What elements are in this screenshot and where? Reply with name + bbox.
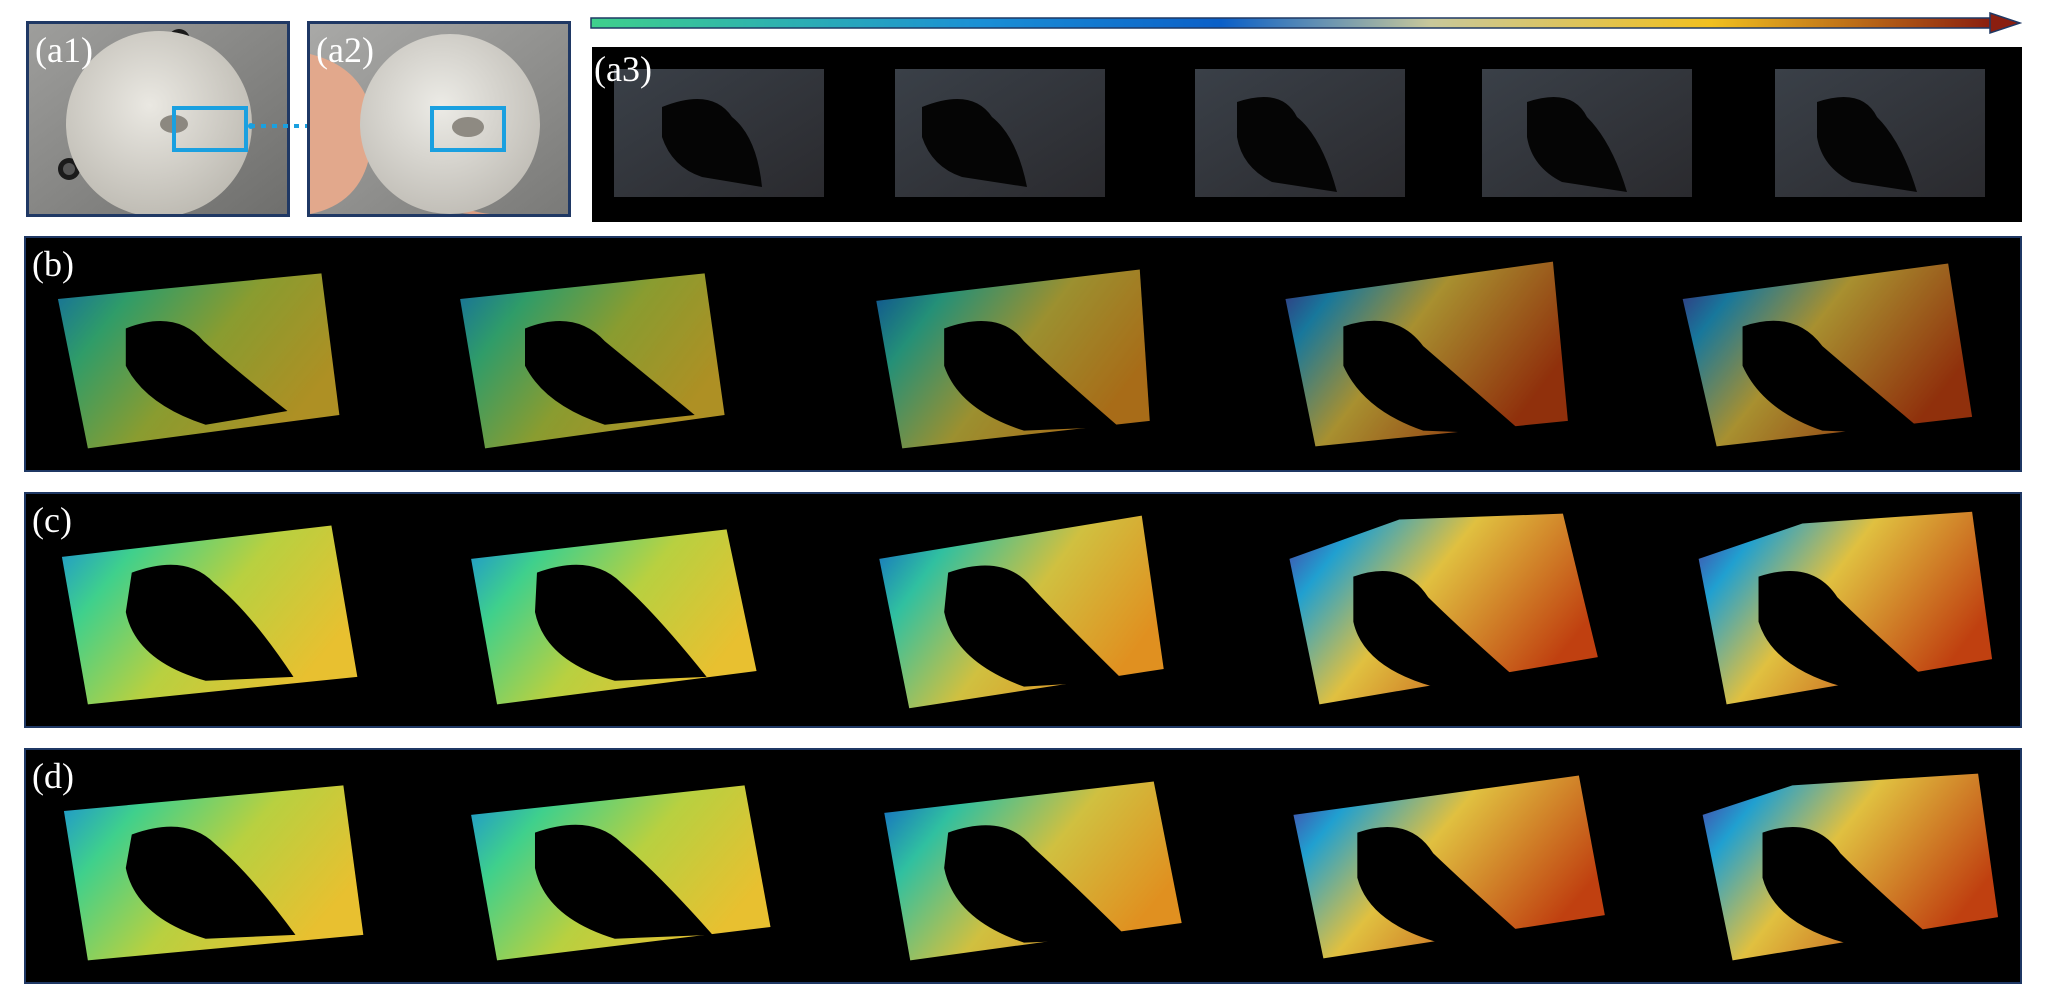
point-cloud-frame-3: [876, 269, 1150, 449]
raw-frame-5: [1775, 69, 1985, 197]
surface-frame-c1: [61, 525, 358, 705]
frames-panel-a3: (a3): [592, 47, 2022, 222]
progress-arrow: [590, 12, 2022, 35]
surface-frame-d1: [63, 785, 364, 961]
panel-label-a2: (a2): [316, 30, 374, 70]
panel-label-b: (b): [32, 244, 74, 284]
point-cloud-frame-5: [1682, 263, 1973, 447]
surface-frame-c3: [879, 515, 1164, 709]
point-cloud-frame-4: [1285, 261, 1568, 447]
row-b-point-clouds: (b): [24, 236, 2022, 472]
point-cloud-frame-2: [460, 273, 725, 449]
panel-label-a3: (a3): [594, 49, 652, 89]
surface-frames-c: [61, 511, 1993, 709]
panel-label-a1: (a1): [35, 30, 93, 70]
point-cloud-frame-1: [57, 273, 340, 449]
row-d-surfaces: (d): [24, 748, 2022, 984]
raw-frame-4: [1482, 69, 1692, 197]
photo-panel-a2: (a2): [307, 21, 571, 217]
panel-label-c: (c): [32, 500, 72, 540]
surface-frame-d2: [471, 785, 771, 961]
surface-frame-d5: [1702, 773, 1999, 961]
raw-frame-3: [1195, 69, 1405, 197]
panel-label-d: (d): [32, 756, 74, 796]
surface-frames-d: [63, 773, 1999, 961]
surface-frame-c4: [1289, 513, 1598, 705]
surface-frame-d3: [884, 781, 1182, 961]
surface-frame-d4: [1293, 775, 1605, 959]
point-cloud-frames: [57, 261, 1973, 449]
surface-frame-c2: [471, 529, 757, 705]
raw-frame-2: [895, 69, 1105, 197]
surface-frame-c5: [1698, 511, 1993, 705]
raw-frames-a3: [614, 69, 1985, 197]
row-c-surfaces: (c): [24, 492, 2022, 728]
